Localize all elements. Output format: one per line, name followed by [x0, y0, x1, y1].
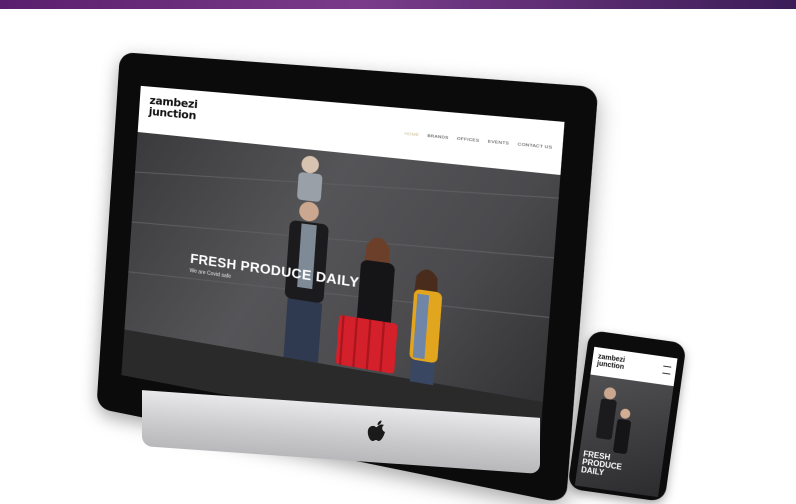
nav-offices[interactable]: OFFICES	[457, 135, 480, 143]
nav-events[interactable]: EVENTS	[488, 138, 510, 146]
phone-logo[interactable]: zambezi junction	[596, 353, 625, 371]
top-gradient-strip	[0, 0, 796, 9]
site-nav: HOME BRANDS OFFICES EVENTS CONTACT US	[404, 130, 552, 149]
nav-contact-us[interactable]: CONTACT US	[517, 141, 552, 150]
imac-mockup: zambezi junction HOME BRANDS OFFICES EVE…	[96, 52, 599, 504]
hamburger-menu-icon[interactable]	[662, 365, 672, 375]
apple-logo-icon	[367, 420, 385, 441]
nav-home[interactable]: HOME	[404, 130, 419, 137]
site-logo[interactable]: zambezi junction	[148, 94, 219, 124]
phone-hero: FRESH PRODUCE DAILY	[574, 374, 674, 498]
phone-mockup: zambezi junction FRESH PRODUCE DAILY	[567, 329, 687, 503]
phone-screen: zambezi junction FRESH PRODUCE DAILY	[574, 346, 678, 498]
nav-brands[interactable]: BRANDS	[427, 133, 448, 141]
